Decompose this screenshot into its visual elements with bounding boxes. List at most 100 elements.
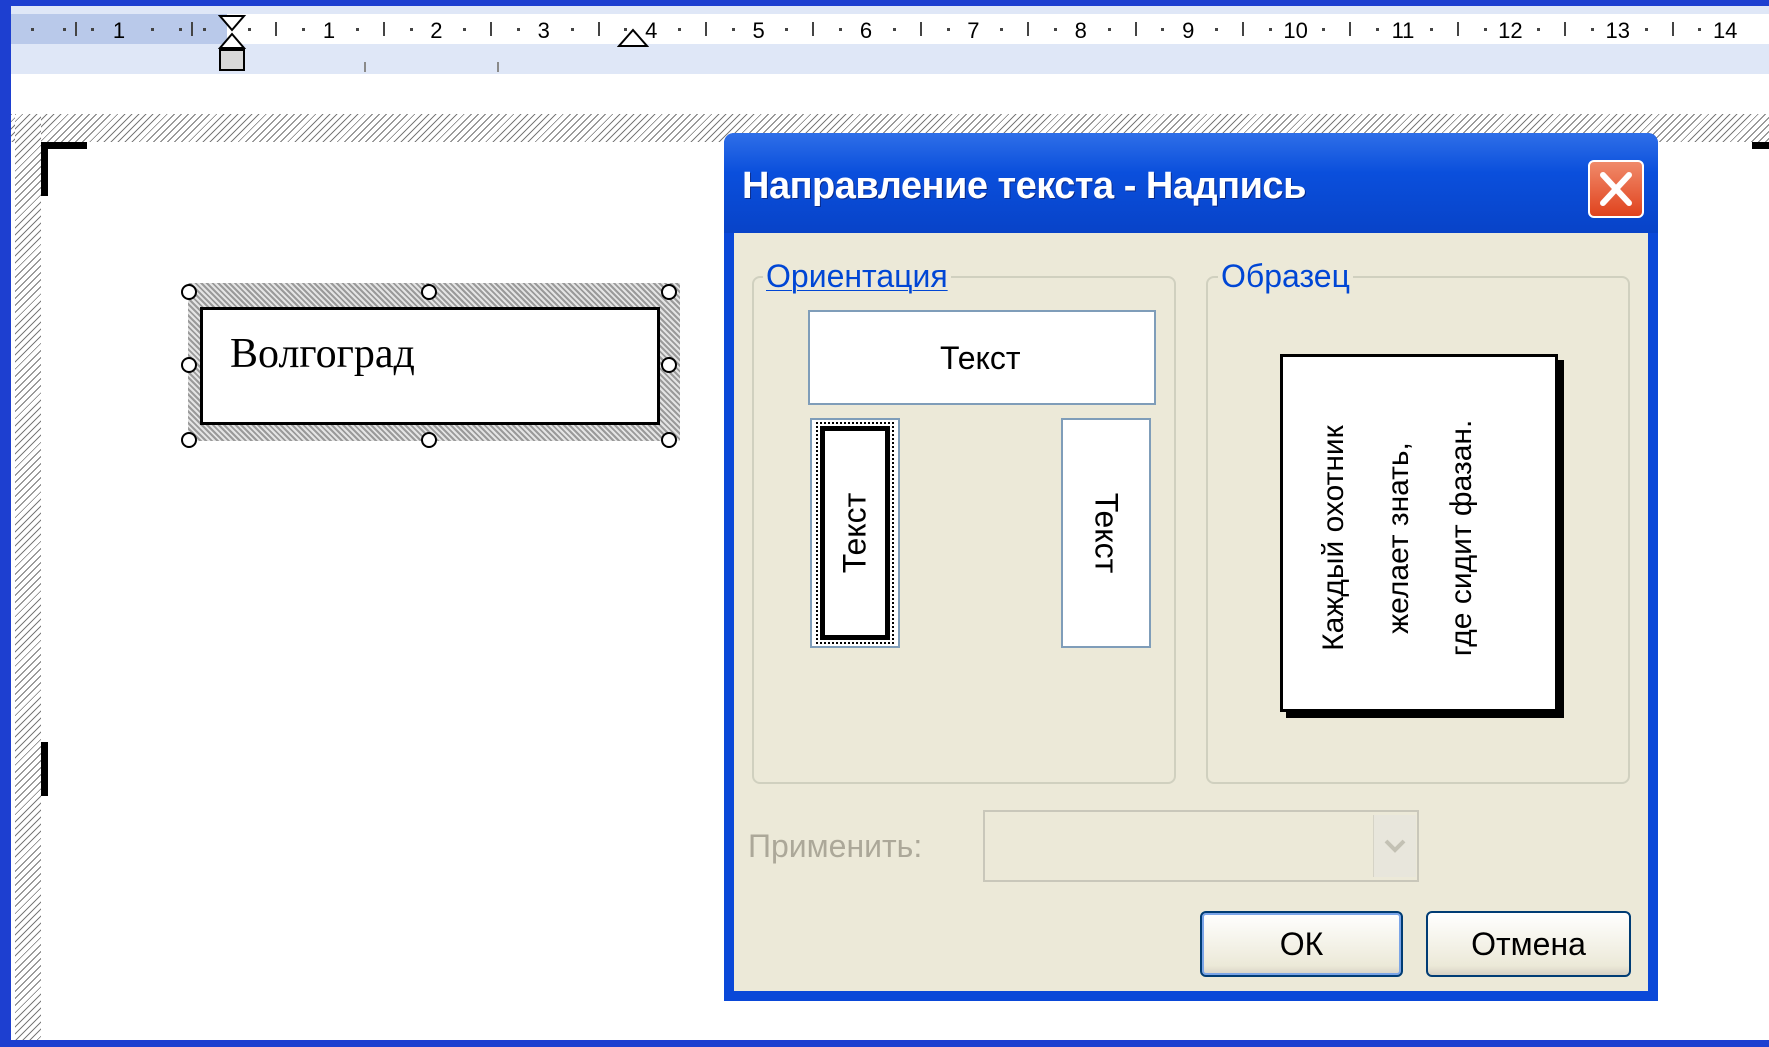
ruler-tick (597, 22, 600, 36)
ruler-tick (63, 28, 66, 31)
sample-line: желает знать, (1382, 442, 1415, 634)
ruler-tick (1322, 28, 1326, 31)
resize-handle[interactable] (661, 432, 677, 448)
window-frame-bottom (0, 1040, 1769, 1047)
ruler-tick (678, 28, 682, 31)
ruler-number: 14 (1712, 18, 1738, 43)
close-button[interactable] (1588, 160, 1644, 218)
ruler-tick (1590, 28, 1594, 31)
ruler-tick (1053, 28, 1057, 31)
ruler-tick (1483, 28, 1487, 31)
ruler-tick (919, 22, 922, 36)
resize-handle[interactable] (421, 284, 437, 300)
ruler-tick (1107, 28, 1111, 31)
orientation-vertical-up-label: Текст (836, 492, 873, 574)
sample-line: где сидит фазан. (1445, 419, 1478, 657)
apply-select[interactable] (983, 810, 1419, 882)
ruler-tick (302, 28, 306, 31)
ruler-tick (1698, 28, 1702, 31)
ruler-tick (1161, 28, 1165, 31)
close-icon (1600, 172, 1632, 206)
ruler-number: 7 (967, 18, 980, 43)
ruler-number: 12 (1498, 18, 1523, 43)
resize-handle[interactable] (421, 432, 437, 448)
ruler-tick (1241, 22, 1244, 36)
page-edge-hatch-left (15, 114, 41, 1040)
resize-handle[interactable] (661, 284, 677, 300)
ruler-tick (1268, 28, 1272, 31)
resize-handle[interactable] (181, 357, 197, 373)
ruler-number: 9 (1182, 18, 1195, 43)
ruler-tick (1349, 22, 1352, 36)
resize-handle[interactable] (181, 432, 197, 448)
ruler-tick (191, 22, 193, 36)
apply-label: Применить: (748, 828, 923, 864)
ruler-tick (179, 28, 182, 31)
sample-group-label: Образец (1218, 258, 1353, 295)
ruler-tick (1537, 28, 1541, 31)
ruler-tick (91, 28, 94, 31)
ruler-tab-mark (497, 62, 499, 72)
margin-corner-mark (41, 142, 48, 196)
ruler-tick (355, 28, 359, 31)
ruler-tick (516, 28, 520, 31)
ruler-number: 1 (322, 18, 336, 43)
chevron-down-icon (1384, 839, 1406, 853)
ruler-tick (946, 28, 950, 31)
ruler-tick (1671, 22, 1674, 36)
ruler-number: 3 (537, 18, 550, 43)
ruler-tick (1215, 28, 1219, 31)
textbox-text[interactable]: Волгоград (230, 330, 415, 378)
ruler-tick (812, 22, 815, 36)
orientation-group-label: Ориентация (763, 258, 951, 295)
ruler-tick (1644, 28, 1648, 31)
ruler-number: 1 (112, 18, 126, 43)
resize-handle[interactable] (661, 357, 677, 373)
first-line-indent-marker[interactable] (218, 14, 248, 76)
ruler-tick (1134, 22, 1137, 36)
ruler-tick (1376, 28, 1380, 31)
ruler-tick (1564, 22, 1567, 36)
ruler-number: 8 (1074, 18, 1087, 43)
cancel-button[interactable]: Отмена (1426, 911, 1631, 977)
ruler-number: 5 (752, 18, 765, 43)
ruler-tick (275, 22, 278, 36)
orientation-vertical-down-label: Текст (1088, 492, 1125, 574)
ruler-tick (1456, 22, 1459, 36)
ruler-tick (409, 28, 413, 31)
dialog-title: Направление текста - Надпись (742, 165, 1306, 207)
ruler-tick (704, 22, 707, 36)
ruler-number: 11 (1391, 18, 1415, 43)
horizontal-ruler[interactable]: 1 1 2 3 4 5 6 7 8 9 10 11 12 13 14 (11, 6, 1769, 74)
ruler-number: 13 (1605, 18, 1631, 43)
apply-dropdown-button[interactable] (1373, 815, 1416, 877)
ruler-number: 6 (859, 18, 873, 43)
ruler-tick (839, 28, 843, 31)
ruler-number: 10 (1283, 18, 1308, 43)
sample-line: Каждый охотник (1317, 425, 1350, 651)
window-frame-left (0, 0, 11, 1047)
ruler-tick (570, 28, 574, 31)
ruler-tick (490, 22, 493, 36)
margin-corner-mark (1752, 142, 1769, 149)
ruler-tick (463, 28, 467, 31)
resize-handle[interactable] (181, 284, 197, 300)
right-indent-marker[interactable] (617, 28, 649, 50)
ruler-tick (1027, 22, 1030, 36)
ruler-tick (731, 28, 735, 31)
orientation-horizontal-label: Текст (940, 340, 1021, 376)
ruler-tick (248, 28, 252, 31)
ruler-tick (75, 22, 77, 36)
ruler-tick (151, 28, 154, 31)
ruler-number: 2 (430, 18, 443, 43)
ruler-tick (31, 28, 34, 31)
ruler-tick (382, 22, 385, 36)
ruler-tick (1000, 28, 1004, 31)
text-cursor-mark (41, 742, 48, 796)
ok-button[interactable]: ОК (1200, 911, 1403, 977)
ruler-lower-band (11, 52, 1769, 74)
ruler-tab-mark (364, 62, 366, 72)
ruler-tick (203, 28, 206, 31)
ruler-tick (892, 28, 896, 31)
ruler-tick (785, 28, 789, 31)
